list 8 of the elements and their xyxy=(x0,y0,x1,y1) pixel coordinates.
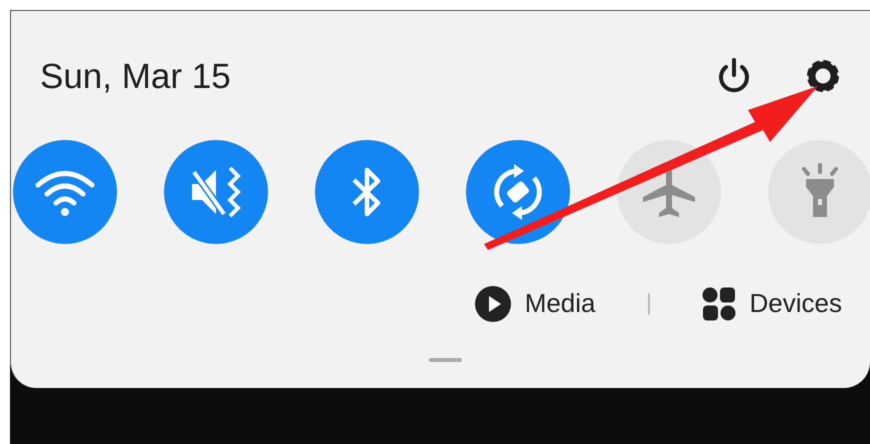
devices-icon xyxy=(702,286,736,320)
date-text: Sun, Mar 15 xyxy=(40,58,231,94)
wifi-icon xyxy=(34,168,96,216)
play-icon xyxy=(474,286,511,322)
drag-handle[interactable] xyxy=(429,358,462,362)
settings-icon[interactable] xyxy=(804,57,842,95)
media-button[interactable]: Media xyxy=(474,284,596,323)
devices-button[interactable]: Devices xyxy=(702,284,842,323)
